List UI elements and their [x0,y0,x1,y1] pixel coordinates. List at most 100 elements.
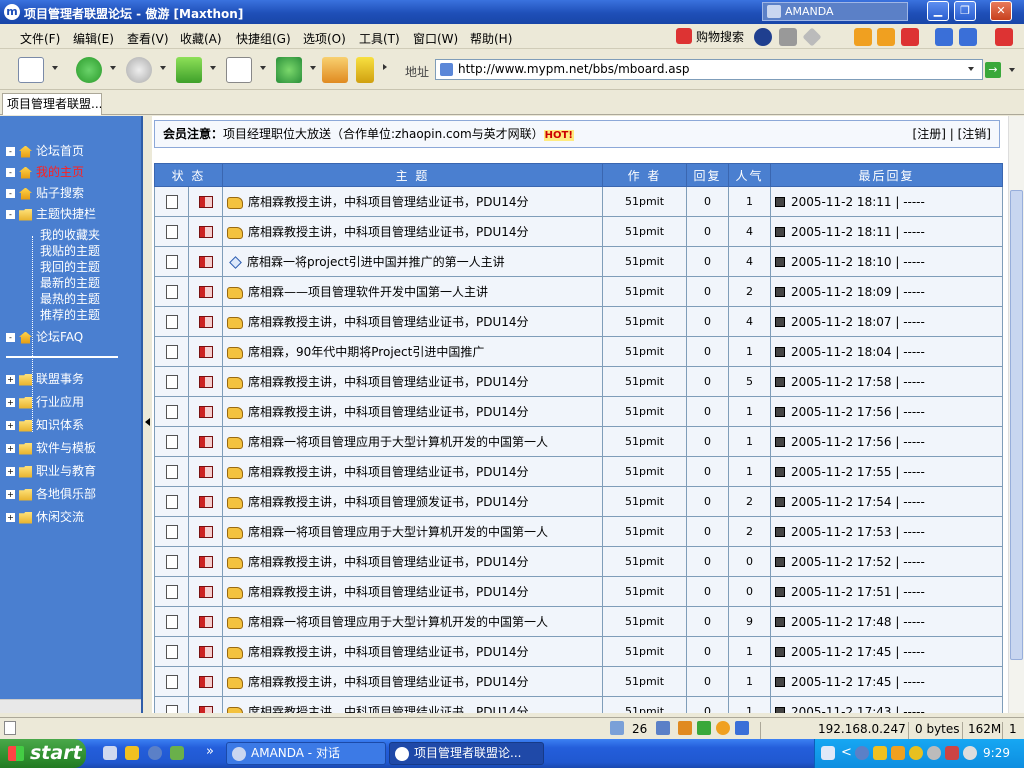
address-input[interactable]: http://www.mypm.net/bbs/mboard.asp [435,59,983,80]
last-reply-icon[interactable] [775,407,786,417]
last-reply-icon[interactable] [775,347,786,357]
thread-subject-link[interactable]: 席相霖教授主讲，中科项目管理结业证书，PDU14分 [248,225,529,239]
maxthon-tray-icon[interactable] [855,746,869,760]
table-row[interactable]: 席相霖，90年代中期将Project引进中国推广 51pmit 0 1 2005-11-… [154,336,1004,367]
menu-edit[interactable]: 编辑(E) [73,30,114,47]
menu-file[interactable]: 文件(F) [20,30,60,47]
subject-cell[interactable]: 席相霖，90年代中期将Project引进中国推广 [222,336,604,367]
close-window-button[interactable]: ✕ [990,1,1012,21]
restore-button[interactable]: ❐ [954,1,976,21]
volume-icon[interactable] [963,746,977,760]
table-row[interactable]: 席相霖教授主讲，中科项目管理结业证书，PDU14分 51pmit 0 4 2005-11… [154,306,1004,337]
table-row[interactable]: 席相霖教授主讲，中科项目管理结业证书，PDU14分 51pmit 0 1 2005-11… [154,456,1004,487]
last-reply-icon[interactable] [775,377,786,387]
notice-text[interactable]: 项目经理职位大放送（合作单位:zhaopin.com与英才网联） [223,127,544,141]
tab-forum[interactable]: 项目管理者联盟... [2,93,102,115]
expand-icon[interactable]: + [6,513,15,522]
tile-icon[interactable] [935,28,953,46]
author-cell[interactable]: 51pmit [602,666,688,697]
sidebar-group-software[interactable]: + 软件与模板 [6,439,96,455]
thread-subject-link[interactable]: 席相霖一将project引进中国并推广的第一人主讲 [247,255,505,269]
tray-expand-arrow[interactable]: < [841,745,852,760]
tray-app-icon[interactable] [873,746,887,760]
sidebar-group-industry[interactable]: + 行业应用 [6,393,84,409]
table-row[interactable]: 席相霖一将项目管理应用于大型计算机开发的中国第一人 51pmit 0 9 2005-11… [154,606,1004,637]
sidebar-sub-my-posts[interactable]: 我贴的主题 [40,242,100,259]
author-cell[interactable]: 51pmit [602,486,688,517]
expand-icon[interactable]: + [6,490,15,499]
sidebar-sub-hottest[interactable]: 最热的主题 [40,290,100,307]
thread-subject-link[interactable]: 席相霖一将项目管理应用于大型计算机开发的中国第一人 [248,525,548,539]
sidebar-group-clubs[interactable]: + 各地俱乐部 [6,485,96,501]
table-row[interactable]: 席相霖教授主讲，中科项目管理结业证书，PDU14分 51pmit 0 1 2005-11… [154,186,1004,217]
menu-view[interactable]: 查看(V) [127,30,169,47]
collapse-icon[interactable]: - [6,333,15,342]
chevron-right-icon[interactable] [383,64,387,70]
last-reply-icon[interactable] [775,677,786,687]
sidebar-item-faq[interactable]: - 论坛FAQ [6,328,83,344]
collapse-icon[interactable]: - [6,210,15,219]
collapse-icon[interactable]: - [6,189,15,198]
last-reply-icon[interactable] [775,317,786,327]
table-row[interactable]: 席相霖教授主讲，中科项目管理结业证书，PDU14分 51pmit 0 1 2005-11… [154,636,1004,667]
author-cell[interactable]: 51pmit [602,336,688,367]
network-icon[interactable] [927,746,941,760]
table-row[interactable]: 席相霖教授主讲，中科项目管理结业证书，PDU14分 51pmit 0 0 2005-11… [154,546,1004,577]
thread-subject-link[interactable]: 席相霖一将项目管理应用于大型计算机开发的中国第一人 [248,615,548,629]
author-cell[interactable]: 51pmit [602,456,688,487]
show-desktop-icon[interactable] [103,746,117,760]
author-cell[interactable]: 51pmit [602,516,688,547]
taskbar-item-browser[interactable]: 项目管理者联盟论... [389,742,544,765]
up-icon[interactable] [176,57,202,83]
expand-icon[interactable]: + [6,467,15,476]
expand-icon[interactable]: + [6,398,15,407]
menu-favorites[interactable]: 收藏(A) [180,30,222,47]
proxy-icon[interactable] [656,721,670,735]
taskbar-item-chat[interactable]: AMANDA - 对话 [226,742,386,765]
table-row[interactable]: 席相霖教授主讲，中科项目管理结业证书，PDU14分 51pmit 0 5 2005-11… [154,366,1004,397]
vertical-scrollbar[interactable] [1008,116,1024,713]
quicklaunch-icon[interactable] [125,746,139,760]
author-cell[interactable]: 51pmit [602,606,688,637]
last-reply-icon[interactable] [775,707,786,713]
filter-icon[interactable] [678,721,692,735]
last-reply-icon[interactable] [775,497,786,507]
expand-icon[interactable]: + [6,421,15,430]
cascade-icon[interactable] [959,28,977,46]
subject-cell[interactable]: 席相霖一将project引进中国并推广的第一人主讲 [222,246,604,277]
download-icon[interactable] [697,721,711,735]
thread-subject-link[interactable]: 席相霖一将项目管理应用于大型计算机开发的中国第一人 [248,435,548,449]
last-reply-icon[interactable] [775,227,786,237]
thread-subject-link[interactable]: 席相霖教授主讲，中科项目管理结业证书，PDU14分 [248,375,529,389]
last-reply-icon[interactable] [775,647,786,657]
author-cell[interactable]: 51pmit [602,696,688,713]
forward-icon[interactable] [126,57,152,83]
prev-tab-icon[interactable] [854,28,872,46]
table-row[interactable]: 席相霖一将project引进中国并推广的第一人主讲 51pmit 0 4 2005-11… [154,246,1004,277]
thread-subject-link[interactable]: 席相霖教授主讲，中科项目管理结业证书，PDU14分 [248,585,529,599]
thread-subject-link[interactable]: 席相霖教授主讲，中科项目管理颁发证书，PDU14分 [248,495,529,509]
expand-icon[interactable]: + [6,375,15,384]
collapse-icon[interactable]: - [6,147,15,156]
author-cell[interactable]: 51pmit [602,576,688,607]
menu-tools[interactable]: 工具(T) [359,30,400,47]
sidebar-item-shortcuts[interactable]: - 主题快捷栏 [6,205,96,221]
subject-cell[interactable]: 席相霖教授主讲，中科项目管理结业证书，PDU14分 [222,456,604,487]
sidebar-item-my-page[interactable]: - 我的主页 [6,163,84,179]
sidebar-sub-recommended[interactable]: 推荐的主题 [40,306,100,323]
subject-cell[interactable]: 席相霖教授主讲，中科项目管理结业证书，PDU14分 [222,636,604,667]
close-tab-icon[interactable] [901,28,919,46]
author-cell[interactable]: 51pmit [602,366,688,397]
thread-subject-link[interactable]: 席相霖教授主讲，中科项目管理结业证书，PDU14分 [248,315,529,329]
smiley-icon[interactable] [909,746,923,760]
chevron-down-icon[interactable] [968,67,974,71]
table-row[interactable]: 席相霖教授主讲，中科项目管理结业证书，PDU14分 51pmit 0 1 2005-11… [154,396,1004,427]
thread-subject-link[interactable]: 席相霖教授主讲，中科项目管理结业证书，PDU14分 [248,705,529,713]
chevron-down-icon[interactable] [260,66,266,70]
gear-icon[interactable] [716,721,730,735]
diamond-icon[interactable] [802,27,822,47]
keyboard-icon[interactable] [821,746,835,760]
scrollbar-thumb[interactable] [1010,190,1023,660]
thread-subject-link[interactable]: 席相霖教授主讲，中科项目管理结业证书，PDU14分 [248,405,529,419]
chevron-down-icon[interactable] [110,66,116,70]
